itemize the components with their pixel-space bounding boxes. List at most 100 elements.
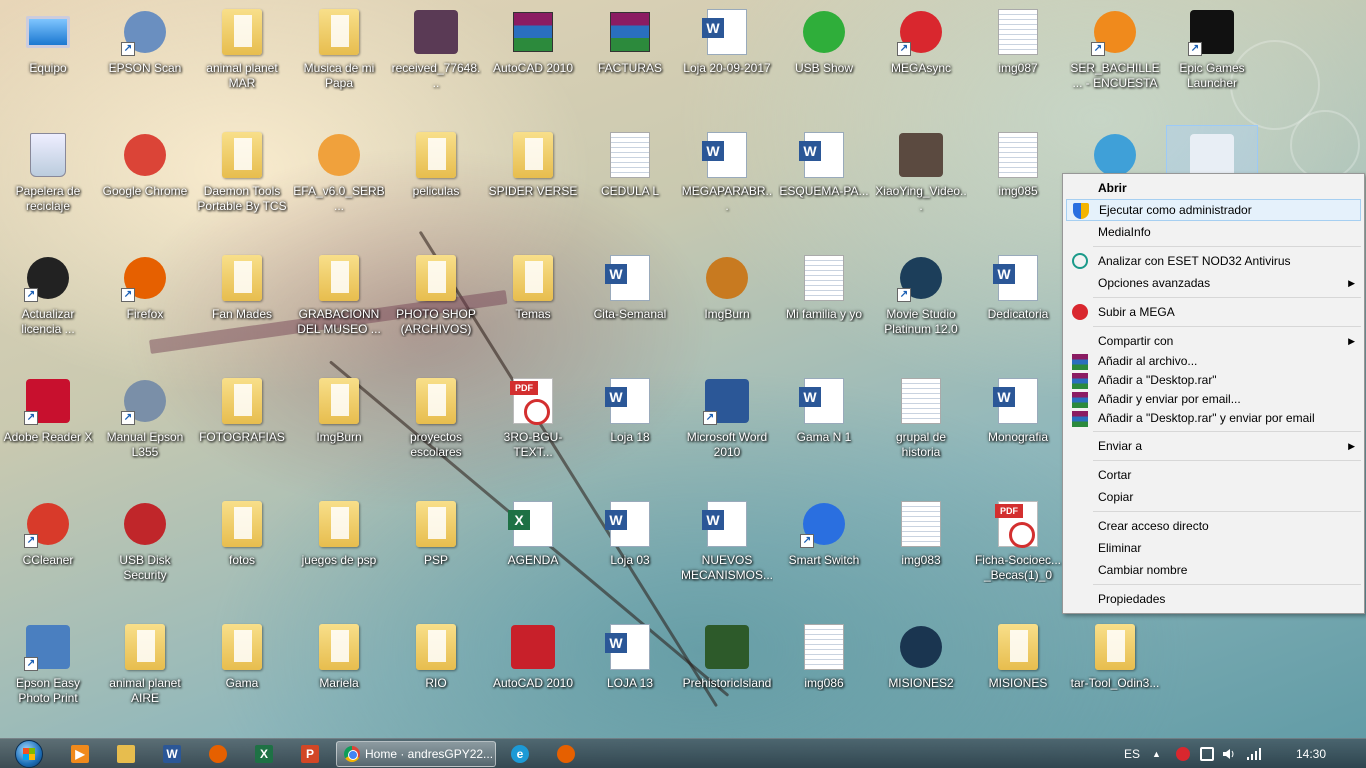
desktop-icon[interactable]: peliculas (390, 125, 482, 235)
desktop-icon[interactable]: juegos de psp (293, 494, 385, 604)
taskbar-button[interactable]: W (152, 741, 192, 767)
desktop-icon[interactable]: USB Show (778, 2, 870, 112)
menu-item[interactable]: Compartir con ▶ (1066, 330, 1361, 352)
desktop-icon[interactable]: PrehistoricIsland (681, 617, 773, 727)
desktop-icon[interactable]: ↗ Manual Epson L355 (99, 371, 191, 481)
taskbar-button[interactable]: P (290, 741, 330, 767)
desktop-icon[interactable]: Equipo (2, 2, 94, 112)
desktop-icon[interactable]: NUEVOS MECANISMOS... (681, 494, 773, 604)
desktop-icon[interactable]: Mariela (293, 617, 385, 727)
desktop-icon[interactable]: tar-Tool_Odin3... (1069, 617, 1161, 727)
desktop-icon[interactable]: ↗ Firefox (99, 248, 191, 358)
desktop-icon[interactable]: img085 (972, 125, 1064, 235)
menu-item[interactable]: Subir a MEGA (1066, 301, 1361, 323)
menu-item[interactable]: Añadir al archivo... (1066, 352, 1361, 371)
menu-item[interactable]: Copiar (1066, 486, 1361, 508)
desktop-icon[interactable]: XiaoYing_Video... (875, 125, 967, 235)
desktop-icon[interactable]: img086 (778, 617, 870, 727)
desktop-icon[interactable]: PSP (390, 494, 482, 604)
menu-item[interactable]: Enviar a ▶ (1066, 435, 1361, 457)
desktop-icon[interactable]: Dedicatoria (972, 248, 1064, 358)
desktop-icon[interactable]: animal planet AIRE (99, 617, 191, 727)
desktop-icon[interactable]: ↗ Microsoft Word 2010 (681, 371, 773, 481)
desktop-icon[interactable]: Loja 03 (584, 494, 676, 604)
desktop-icon[interactable]: AutoCAD 2010 (487, 2, 579, 112)
desktop-icon[interactable]: MEGAPARABR... (681, 125, 773, 235)
desktop-icon[interactable]: ↗ Epic Games Launcher (1166, 2, 1258, 112)
desktop-icon[interactable]: ↗ EPSON Scan (99, 2, 191, 112)
desktop-icon[interactable]: PHOTO SHOP (ARCHIVOS) (390, 248, 482, 358)
desktop-icon[interactable]: Loja 20-09-2017 (681, 2, 773, 112)
desktop-icon[interactable]: Monografia (972, 371, 1064, 481)
desktop-icon[interactable]: ↗ SER_BACHILLE... - ENCUESTA (1069, 2, 1161, 112)
desktop-icon[interactable]: FOTOGRAFIAS (196, 371, 288, 481)
desktop-icon[interactable]: ↗ Actualizar licencia ... (2, 248, 94, 358)
desktop-icon[interactable]: Fan Mades (196, 248, 288, 358)
desktop-icon[interactable]: Mi familia y yo (778, 248, 870, 358)
menu-item[interactable]: Abrir (1066, 177, 1361, 199)
desktop-icon[interactable]: grupal de historia (875, 371, 967, 481)
start-button[interactable] (2, 739, 56, 768)
desktop-icon[interactable]: Cita-Semanal (584, 248, 676, 358)
taskbar-button[interactable]: X (244, 741, 284, 767)
menu-item[interactable]: MediaInfo (1066, 221, 1361, 243)
desktop-icon[interactable]: Musica de mi Papa (293, 2, 385, 112)
desktop-icon[interactable]: USB Disk Security (99, 494, 191, 604)
desktop-icon[interactable]: RIO (390, 617, 482, 727)
tray-usb-icon[interactable] (1200, 747, 1214, 761)
taskbar-button[interactable] (198, 741, 238, 767)
menu-item[interactable]: Añadir a "Desktop.rar" (1066, 371, 1361, 390)
desktop-icon[interactable]: Papelera de reciclaje (2, 125, 94, 235)
taskbar-button[interactable]: ▶ (60, 741, 100, 767)
desktop-icon[interactable]: EFA_v6.0_SERB... (293, 125, 385, 235)
taskbar-button[interactable]: e (500, 741, 540, 767)
desktop-icon[interactable]: CEDULA L (584, 125, 676, 235)
menu-item[interactable]: Opciones avanzadas ▶ (1066, 272, 1361, 294)
desktop-icon[interactable]: SPIDER VERSE (487, 125, 579, 235)
desktop-icon[interactable]: Daemon Tools Portable By TCS (196, 125, 288, 235)
menu-item[interactable]: Cortar (1066, 464, 1361, 486)
menu-item[interactable]: Crear acceso directo (1066, 515, 1361, 537)
language-indicator[interactable]: ES (1124, 739, 1140, 768)
menu-item[interactable]: Cambiar nombre (1066, 559, 1361, 581)
desktop-icon[interactable]: 3RO-BGU-TEXT... (487, 371, 579, 481)
desktop-icon[interactable]: ↗ MEGAsync (875, 2, 967, 112)
taskbar-button[interactable] (546, 741, 586, 767)
desktop-icon[interactable]: ImgBurn (681, 248, 773, 358)
desktop-icon[interactable]: Gama (196, 617, 288, 727)
desktop-icon[interactable]: Temas (487, 248, 579, 358)
desktop-icon[interactable]: ↗ Epson Easy Photo Print (2, 617, 94, 727)
desktop-icon[interactable]: ↗ Smart Switch (778, 494, 870, 604)
menu-item[interactable]: Eliminar (1066, 537, 1361, 559)
menu-item[interactable]: Propiedades (1066, 588, 1361, 610)
desktop-icon[interactable]: img083 (875, 494, 967, 604)
tray-volume-icon[interactable] (1222, 747, 1236, 761)
desktop-icon[interactable]: img087 (972, 2, 1064, 112)
tray-expand-icon[interactable]: ▲ (1152, 739, 1161, 768)
desktop-icon[interactable]: Gama N 1 (778, 371, 870, 481)
tray-network-icon[interactable] (1246, 747, 1261, 761)
taskbar-chrome-window[interactable]: Home · andresGPY22... (336, 741, 496, 767)
desktop-icon[interactable]: Ficha-Socioec... _Becas(1)_0 (972, 494, 1064, 604)
desktop-icon[interactable]: Loja 18 (584, 371, 676, 481)
menu-item[interactable]: Analizar con ESET NOD32 Antivirus (1066, 250, 1361, 272)
desktop-icon[interactable]: ↗ CCleaner (2, 494, 94, 604)
desktop-icon[interactable]: ESQUEMA-PA... (778, 125, 870, 235)
desktop-icon[interactable]: AGENDA (487, 494, 579, 604)
desktop-icon[interactable]: ↗ Movie Studio Platinum 12.0 (875, 248, 967, 358)
tray-mega-icon[interactable] (1176, 747, 1190, 761)
menu-item[interactable]: Añadir a "Desktop.rar" y enviar por emai… (1066, 409, 1361, 428)
desktop-icon[interactable]: AutoCAD 2010 (487, 617, 579, 727)
desktop-icon[interactable]: animal planet MAR (196, 2, 288, 112)
menu-item[interactable]: Añadir y enviar por email... (1066, 390, 1361, 409)
desktop-icon[interactable]: MISIONES (972, 617, 1064, 727)
desktop-icon[interactable]: FACTURAS (584, 2, 676, 112)
desktop-icon[interactable]: ImgBurn (293, 371, 385, 481)
desktop-icon[interactable]: proyectos escolares (390, 371, 482, 481)
clock[interactable]: 14:30 (1296, 739, 1326, 768)
desktop-icon[interactable]: Google Chrome (99, 125, 191, 235)
desktop-icon[interactable]: MISIONES2 (875, 617, 967, 727)
desktop-icon[interactable]: ↗ Adobe Reader X (2, 371, 94, 481)
desktop-icon[interactable]: received_77648... (390, 2, 482, 112)
taskbar-button[interactable] (106, 741, 146, 767)
